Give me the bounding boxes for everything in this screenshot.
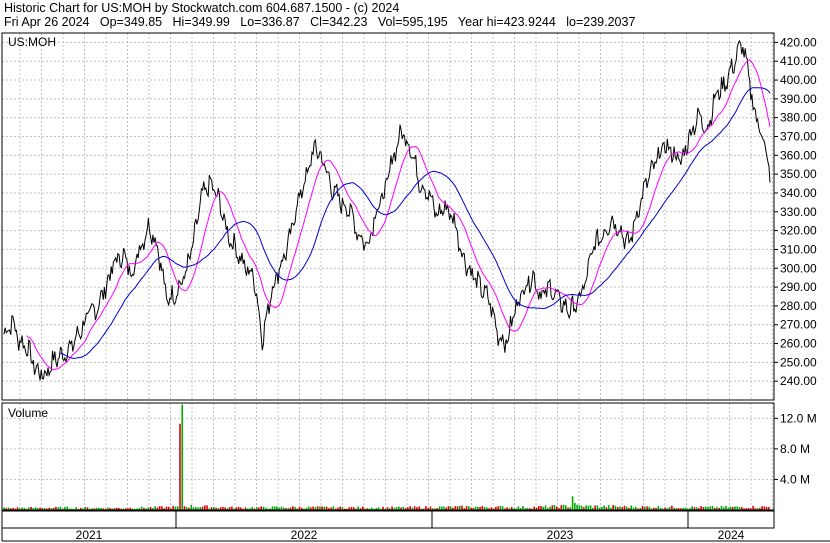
price-tick-label: 300.00 <box>780 261 817 275</box>
year-label: 2024 <box>718 528 745 542</box>
price-tick-label: 370.00 <box>780 130 817 144</box>
price-tick-label: 280.00 <box>780 299 817 313</box>
year-label: 2023 <box>547 528 574 542</box>
volume-frame <box>1 402 775 511</box>
moving-average-fast <box>26 59 771 371</box>
year-label: 2021 <box>76 528 103 542</box>
volume-tick-label: 4.0 M <box>780 472 810 486</box>
x-axis-labels: 2021 2022 2023 2024 <box>76 528 745 542</box>
price-tick-label: 400.00 <box>780 73 817 87</box>
price-line <box>3 39 771 381</box>
year-label: 2022 <box>291 528 318 542</box>
symbol-label: US:MOH <box>8 35 56 49</box>
price-tick-label: 410.00 <box>780 54 817 68</box>
price-axis-labels: 420.00 410.00 400.00 390.00 380.00 370.00 360.… <box>774 35 817 388</box>
price-tick-label: 330.00 <box>780 205 817 219</box>
price-tick-label: 250.00 <box>780 355 817 369</box>
grid-layer <box>2 33 774 510</box>
volume-tick-label: 12.0 M <box>780 411 817 425</box>
price-frame <box>1 32 775 401</box>
price-tick-label: 240.00 <box>780 374 817 388</box>
price-tick-label: 360.00 <box>780 148 817 162</box>
price-tick-label: 380.00 <box>780 111 817 125</box>
moving-average-slow <box>60 87 771 360</box>
price-tick-label: 420.00 <box>780 35 817 49</box>
price-tick-label: 310.00 <box>780 242 817 256</box>
volume-label: Volume <box>8 406 48 420</box>
price-tick-label: 340.00 <box>780 186 817 200</box>
volume-tick-label: 8.0 M <box>780 442 810 456</box>
volume-axis-labels: 12.0 M 8.0 M 4.0 M <box>774 411 817 486</box>
price-tick-label: 290.00 <box>780 280 817 294</box>
price-tick-label: 320.00 <box>780 224 817 238</box>
stock-chart: 420.00 410.00 400.00 390.00 380.00 370.00 360.… <box>1 32 830 542</box>
price-tick-label: 260.00 <box>780 337 817 351</box>
year-axis-frame <box>1 510 775 529</box>
price-tick-label: 270.00 <box>780 318 817 332</box>
price-tick-label: 390.00 <box>780 92 817 106</box>
volume-bars <box>3 404 770 510</box>
price-tick-label: 350.00 <box>780 167 817 181</box>
